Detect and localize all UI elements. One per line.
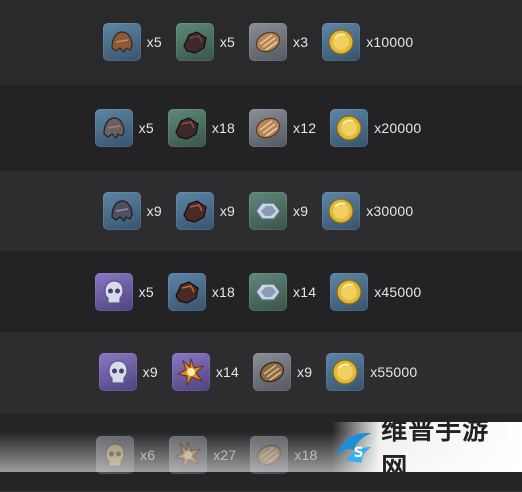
item-quantity: x6 bbox=[140, 447, 156, 463]
item-quantity: x5 bbox=[219, 33, 236, 50]
list-item: x12 bbox=[249, 109, 322, 147]
list-item: x18 bbox=[167, 272, 241, 311]
table-row: x9 x9 x9 x30000 bbox=[0, 171, 522, 252]
list-item: x9 bbox=[175, 192, 241, 230]
list-item: x10000 bbox=[322, 22, 419, 61]
gold-coin-icon bbox=[322, 22, 361, 61]
item-quantity: x27 bbox=[213, 447, 237, 463]
list-item: x9 bbox=[102, 192, 168, 230]
item-quantity: x18 bbox=[211, 120, 236, 136]
rusted-helmet-icon bbox=[94, 109, 133, 147]
gold-coin-icon bbox=[330, 272, 369, 311]
item-quantity: x5 bbox=[146, 33, 162, 50]
golden-skull-icon bbox=[96, 436, 134, 474]
item-quantity: x20000 bbox=[374, 120, 422, 136]
item-quantity: x9 bbox=[142, 364, 158, 380]
list-item: x5 bbox=[175, 22, 241, 61]
dark-pauldron-icon bbox=[175, 192, 214, 230]
table-row: x5 x18 x12 x20000 bbox=[0, 85, 522, 172]
rusted-helmet-icon bbox=[102, 22, 141, 61]
watermark-text: 维普手游网 bbox=[381, 416, 490, 483]
bronze-scale-icon bbox=[249, 109, 288, 147]
material-cost-table: x5 x5 x3 x10000 x5 x18 x12 x20000 x9 x9 … bbox=[0, 0, 522, 492]
list-item: x20000 bbox=[330, 109, 427, 147]
rusted-helmet-icon bbox=[102, 192, 141, 230]
item-quantity: x10000 bbox=[366, 33, 414, 50]
silver-crystal-icon bbox=[249, 272, 288, 311]
gold-coin-icon bbox=[326, 353, 365, 391]
item-quantity: x9 bbox=[297, 364, 313, 380]
list-item: x5 bbox=[102, 22, 168, 61]
list-item: x45000 bbox=[330, 272, 427, 311]
item-quantity: x5 bbox=[138, 283, 154, 300]
list-item: x5 bbox=[94, 109, 160, 147]
table-row: x9 x14 x9 x55000 bbox=[0, 332, 522, 413]
item-quantity: x18 bbox=[211, 283, 236, 300]
item-quantity: x12 bbox=[293, 120, 317, 136]
silver-skull-icon bbox=[98, 353, 137, 391]
list-item: x9 bbox=[253, 353, 318, 391]
list-item: x27 bbox=[169, 436, 242, 474]
list-item: x3 bbox=[249, 22, 314, 61]
list-item: x30000 bbox=[322, 192, 419, 230]
dark-pauldron-icon bbox=[167, 272, 206, 311]
gold-coin-icon bbox=[330, 109, 369, 147]
bronze-scale-icon bbox=[250, 436, 289, 474]
dark-pauldron-icon bbox=[175, 22, 214, 61]
item-quantity: x9 bbox=[219, 203, 236, 219]
item-quantity: x45000 bbox=[374, 283, 422, 300]
flame-core-icon bbox=[171, 353, 210, 391]
list-item: x9 bbox=[249, 192, 314, 230]
list-item: x18 bbox=[250, 436, 323, 474]
list-item: x14 bbox=[249, 272, 322, 311]
gold-coin-icon bbox=[322, 192, 361, 230]
list-item: x5 bbox=[94, 272, 160, 311]
list-item: x14 bbox=[171, 353, 245, 391]
item-quantity: x14 bbox=[215, 364, 240, 380]
item-quantity: x18 bbox=[294, 447, 318, 463]
dark-pauldron-icon bbox=[167, 109, 206, 147]
item-quantity: x14 bbox=[293, 283, 317, 300]
table-row: x5 x18 x14 x45000 bbox=[0, 251, 522, 333]
bronze-scale-icon bbox=[249, 22, 288, 61]
table-row: x5 x5 x3 x10000 bbox=[0, 0, 522, 86]
item-quantity: x30000 bbox=[366, 203, 414, 219]
bronze-scale-icon bbox=[253, 353, 292, 391]
list-item: x18 bbox=[167, 109, 241, 147]
item-quantity: x5 bbox=[138, 120, 154, 136]
list-item: x55000 bbox=[326, 353, 423, 391]
item-quantity: x9 bbox=[293, 203, 309, 219]
item-quantity: x3 bbox=[293, 33, 309, 50]
list-item: x6 bbox=[96, 436, 161, 474]
svg-text:S: S bbox=[354, 445, 364, 461]
silver-skull-icon bbox=[94, 272, 133, 311]
watermark: S 维普手游网 bbox=[332, 416, 522, 483]
watermark-logo-icon: S bbox=[335, 432, 372, 463]
item-quantity: x55000 bbox=[370, 364, 418, 380]
silver-crystal-icon bbox=[249, 192, 288, 230]
item-quantity: x9 bbox=[146, 203, 162, 219]
flame-core-icon bbox=[169, 436, 208, 474]
list-item: x9 bbox=[98, 353, 164, 391]
